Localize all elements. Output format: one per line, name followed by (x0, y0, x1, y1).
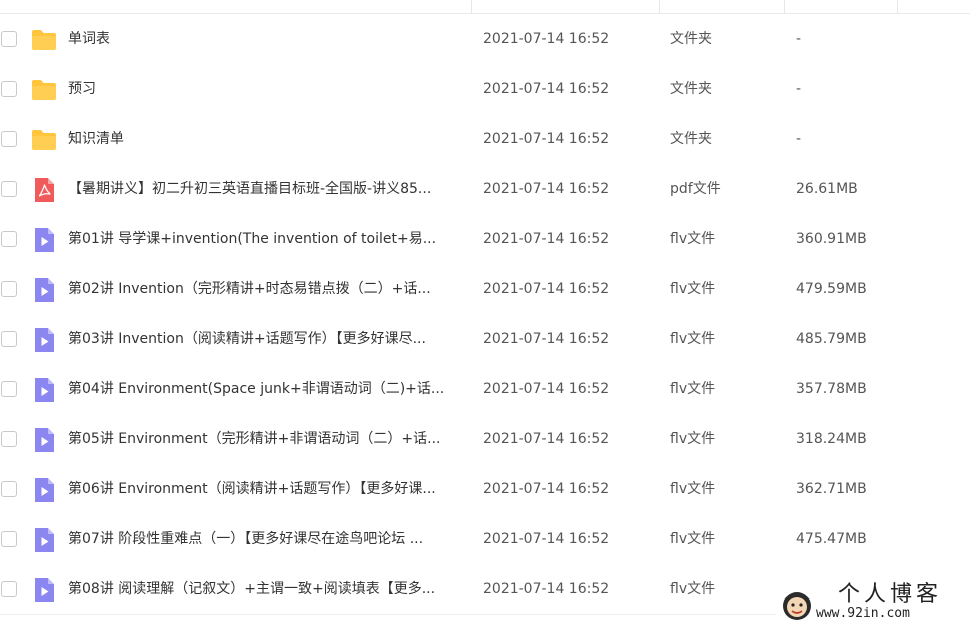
file-name[interactable]: 第07讲 阶段性重难点（一）【更多好课尽在途鸟吧论坛 ... (68, 529, 468, 549)
column-header (0, 0, 970, 14)
file-date: 2021-07-14 16:52 (483, 381, 610, 397)
file-row[interactable]: 知识清单 2021-07-14 16:52 文件夹 - (0, 114, 970, 164)
watermark: 个人博客 www.92in.com (776, 582, 970, 626)
file-row[interactable]: 预习 2021-07-14 16:52 文件夹 - (0, 64, 970, 114)
file-date: 2021-07-14 16:52 (483, 531, 610, 547)
video-icon (31, 577, 57, 603)
file-date: 2021-07-14 16:52 (483, 431, 610, 447)
file-date: 2021-07-14 16:52 (483, 481, 610, 497)
file-row[interactable]: 【暑期讲义】初二升初三英语直播目标班-全国版-讲义85... 2021-07-14… (0, 164, 970, 214)
row-checkbox[interactable] (1, 581, 17, 597)
file-type: flv文件 (670, 231, 716, 247)
file-date: 2021-07-14 16:52 (483, 581, 610, 597)
file-size: 318.24MB (796, 431, 867, 447)
watermark-url: www.92in.com (816, 606, 910, 621)
file-name[interactable]: 单词表 (68, 29, 468, 49)
row-checkbox[interactable] (1, 381, 17, 397)
row-checkbox[interactable] (1, 531, 17, 547)
file-row[interactable]: 第01讲 导学课+invention(The invention of toil… (0, 214, 970, 264)
file-name[interactable]: 第03讲 Invention（阅读精讲+话题写作）【更多好课尽... (68, 329, 468, 349)
file-name[interactable]: 第06讲 Environment（阅读精讲+话题写作）【更多好课... (68, 479, 468, 499)
file-type: 文件夹 (670, 81, 712, 97)
row-checkbox[interactable] (1, 281, 17, 297)
file-size: - (796, 81, 802, 97)
video-icon (31, 477, 57, 503)
file-type: flv文件 (670, 531, 716, 547)
row-checkbox[interactable] (1, 431, 17, 447)
file-name[interactable]: 预习 (68, 79, 468, 99)
video-icon (31, 227, 57, 253)
file-size: 362.71MB (796, 481, 867, 497)
file-size: 479.59MB (796, 281, 867, 297)
file-size: 360.91MB (796, 231, 867, 247)
file-name[interactable]: 第02讲 Invention（完形精讲+时态易错点拨（二）+话... (68, 279, 468, 299)
row-checkbox[interactable] (1, 81, 17, 97)
file-date: 2021-07-14 16:52 (483, 231, 610, 247)
file-type: flv文件 (670, 581, 716, 597)
row-checkbox[interactable] (1, 131, 17, 147)
file-type: 文件夹 (670, 131, 712, 147)
file-date: 2021-07-14 16:52 (483, 31, 610, 47)
row-checkbox[interactable] (1, 331, 17, 347)
file-type: flv文件 (670, 331, 716, 347)
file-name[interactable]: 第08讲 阅读理解（记叙文）+主谓一致+阅读填表【更多... (68, 579, 468, 599)
file-size: 485.79MB (796, 331, 867, 347)
video-icon (31, 327, 57, 353)
row-checkbox[interactable] (1, 481, 17, 497)
file-row[interactable]: 单词表 2021-07-14 16:52 文件夹 - (0, 14, 970, 64)
file-name[interactable]: 知识清单 (68, 129, 468, 149)
file-row[interactable]: 第04讲 Environment(Space junk+非谓语动词（二)+话..… (0, 364, 970, 414)
file-list: 单词表 2021-07-14 16:52 文件夹 - 预习 2021-07-14 16:5… (0, 14, 970, 614)
file-date: 2021-07-14 16:52 (483, 331, 610, 347)
file-list-page: 单词表 2021-07-14 16:52 文件夹 - 预习 2021-07-14 16:5… (0, 0, 970, 626)
file-type: flv文件 (670, 481, 716, 497)
folder-icon (31, 77, 57, 103)
row-checkbox[interactable] (1, 181, 17, 197)
file-size: - (796, 31, 802, 47)
video-icon (31, 427, 57, 453)
file-type: 文件夹 (670, 31, 712, 47)
folder-icon (31, 27, 57, 53)
video-icon (31, 277, 57, 303)
row-checkbox[interactable] (1, 231, 17, 247)
file-name[interactable]: 第05讲 Environment（完形精讲+非谓语动词（二）+话... (68, 429, 468, 449)
column-divider[interactable] (897, 0, 898, 13)
file-type: flv文件 (670, 381, 716, 397)
file-row[interactable]: 第03讲 Invention（阅读精讲+话题写作）【更多好课尽... 2021-0… (0, 314, 970, 364)
file-name[interactable]: 【暑期讲义】初二升初三英语直播目标班-全国版-讲义85... (68, 179, 468, 199)
file-type: flv文件 (670, 431, 716, 447)
file-size: 26.61MB (796, 181, 858, 197)
file-row[interactable]: 第05讲 Environment（完形精讲+非谓语动词（二）+话... 2021-… (0, 414, 970, 464)
file-type: flv文件 (670, 281, 716, 297)
column-divider[interactable] (659, 0, 660, 13)
column-divider[interactable] (471, 0, 472, 13)
video-icon (31, 527, 57, 553)
folder-icon (31, 127, 57, 153)
column-divider[interactable] (784, 0, 785, 13)
video-icon (31, 377, 57, 403)
file-date: 2021-07-14 16:52 (483, 131, 610, 147)
file-size: 357.78MB (796, 381, 867, 397)
file-type: pdf文件 (670, 181, 721, 197)
file-date: 2021-07-14 16:52 (483, 81, 610, 97)
row-checkbox[interactable] (1, 31, 17, 47)
file-size: 475.47MB (796, 531, 867, 547)
file-row[interactable]: 第02讲 Invention（完形精讲+时态易错点拨（二）+话... 2021-0… (0, 264, 970, 314)
file-row[interactable]: 第07讲 阶段性重难点（一）【更多好课尽在途鸟吧论坛 ... 2021-07-14… (0, 514, 970, 564)
file-date: 2021-07-14 16:52 (483, 181, 610, 197)
file-size: - (796, 131, 802, 147)
file-row[interactable]: 第06讲 Environment（阅读精讲+话题写作）【更多好课... 2021-… (0, 464, 970, 514)
file-name[interactable]: 第01讲 导学课+invention(The invention of toil… (68, 229, 468, 249)
file-name[interactable]: 第04讲 Environment(Space junk+非谓语动词（二)+话..… (68, 379, 468, 399)
watermark-logo-icon (783, 592, 811, 620)
file-date: 2021-07-14 16:52 (483, 281, 610, 297)
pdf-icon (31, 177, 57, 203)
